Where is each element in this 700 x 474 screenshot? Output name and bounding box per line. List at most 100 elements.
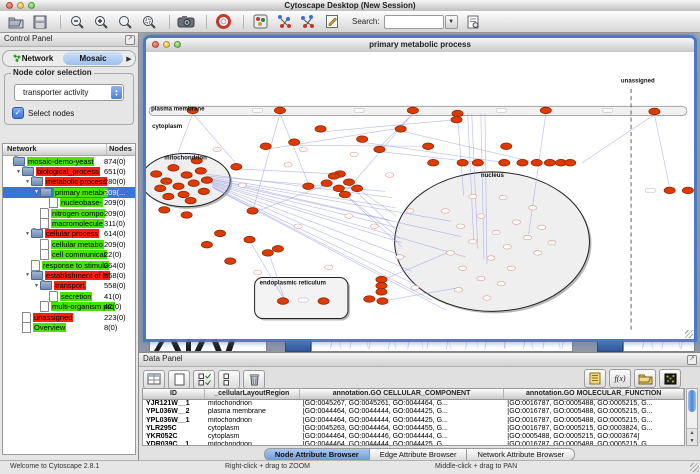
graph-node[interactable] bbox=[178, 191, 189, 198]
search-input[interactable] bbox=[384, 15, 444, 29]
graph-node-small[interactable] bbox=[446, 251, 454, 256]
tree-item[interactable]: response to stimulu264(0) bbox=[3, 260, 135, 270]
tree-column-network[interactable]: Network bbox=[3, 144, 107, 155]
scrollbar-arrows[interactable]: ▲▼ bbox=[687, 428, 697, 445]
graph-node[interactable] bbox=[664, 187, 675, 194]
tab-mosaic[interactable]: Mosaic bbox=[63, 52, 123, 65]
graph-node[interactable] bbox=[377, 298, 388, 305]
graph-node[interactable] bbox=[452, 110, 463, 117]
graph-node-small[interactable] bbox=[406, 209, 414, 214]
network-canvas[interactable]: plasma membranecytoplasmmitochondrionnuc… bbox=[146, 52, 694, 339]
graph-edge[interactable] bbox=[207, 177, 396, 208]
graph-node[interactable] bbox=[201, 241, 212, 248]
clear-table-icon[interactable] bbox=[168, 370, 190, 389]
graph-node[interactable] bbox=[289, 139, 300, 146]
table-row[interactable]: YDR039C__1mitochondrion[GO:0044464, GO:0… bbox=[143, 441, 684, 446]
graph-node-small[interactable] bbox=[385, 173, 393, 178]
graph-node-label[interactable] bbox=[298, 298, 308, 302]
graph-node[interactable] bbox=[517, 159, 528, 166]
graph-node-small[interactable] bbox=[457, 224, 465, 229]
network-graph[interactable]: plasma membranecytoplasmmitochondrionnuc… bbox=[146, 52, 694, 339]
graph-node-label[interactable] bbox=[253, 108, 263, 112]
tree-item[interactable]: cell communicat22(0) bbox=[3, 250, 135, 260]
graph-node[interactable] bbox=[328, 173, 339, 180]
tree-expand-icon[interactable]: ▼ bbox=[15, 169, 22, 175]
graph-node-small[interactable] bbox=[294, 224, 302, 229]
graph-node-small[interactable] bbox=[441, 209, 449, 214]
graph-edge[interactable] bbox=[654, 115, 669, 188]
graph-node[interactable] bbox=[565, 159, 576, 166]
graph-edge[interactable] bbox=[345, 194, 402, 246]
table-column-header[interactable]: annotation.GO CELLULAR_COMPONENT bbox=[300, 389, 505, 399]
graph-node[interactable] bbox=[407, 107, 418, 114]
graph-node-small[interactable] bbox=[396, 255, 404, 260]
table-row[interactable]: YPL036W__2plasma membrane[GO:0044464, GO… bbox=[143, 408, 684, 416]
graph-node[interactable] bbox=[315, 126, 326, 133]
tree-item[interactable]: ▼metabolic process280(0) bbox=[3, 177, 135, 187]
graph-node-label[interactable] bbox=[354, 108, 364, 112]
layout-a-icon[interactable] bbox=[274, 13, 294, 31]
graph-node[interactable] bbox=[262, 250, 273, 257]
graph-node-label[interactable] bbox=[603, 108, 613, 112]
tab-overflow-arrow[interactable]: ▶ bbox=[123, 55, 135, 63]
tree-item[interactable]: nucleobase-209(0) bbox=[3, 198, 135, 208]
graph-node[interactable] bbox=[161, 178, 172, 185]
graph-node[interactable] bbox=[195, 168, 206, 175]
float-panel-icon[interactable]: ↗ bbox=[125, 35, 135, 45]
graph-node[interactable] bbox=[428, 159, 439, 166]
tree-item[interactable]: ▼primary metabo209(... bbox=[3, 187, 135, 197]
annotation-icon[interactable] bbox=[322, 13, 342, 31]
graph-node-small[interactable] bbox=[254, 270, 262, 275]
graph-node[interactable] bbox=[225, 258, 236, 265]
tree-item[interactable]: unassigned223(0) bbox=[3, 312, 135, 322]
graph-node-small[interactable] bbox=[284, 162, 292, 167]
network-view-titlebar[interactable]: primary metabolic process bbox=[146, 38, 694, 53]
graph-node[interactable] bbox=[343, 179, 354, 186]
graph-node[interactable] bbox=[272, 246, 283, 253]
attribute-list-icon[interactable] bbox=[584, 369, 606, 388]
graph-node[interactable] bbox=[544, 159, 555, 166]
tree-expand-icon[interactable]: ▼ bbox=[33, 189, 40, 195]
graph-node-small[interactable] bbox=[512, 220, 520, 225]
graph-node[interactable] bbox=[163, 193, 174, 200]
graph-node[interactable] bbox=[151, 171, 162, 178]
tab-network[interactable]: Network bbox=[3, 52, 63, 65]
graph-node[interactable] bbox=[501, 143, 512, 150]
graph-edge[interactable] bbox=[236, 169, 340, 174]
graph-node-small[interactable] bbox=[238, 183, 246, 188]
graph-node[interactable] bbox=[155, 185, 166, 192]
graph-node-small[interactable] bbox=[299, 147, 307, 152]
graph-node-small[interactable] bbox=[411, 285, 419, 290]
graph-node[interactable] bbox=[457, 159, 468, 166]
graph-node[interactable] bbox=[499, 159, 510, 166]
graph-node-small[interactable] bbox=[325, 265, 333, 270]
graph-node-small[interactable] bbox=[345, 214, 353, 219]
zoom-selected-icon[interactable] bbox=[139, 13, 159, 31]
graph-node[interactable] bbox=[531, 159, 542, 166]
select-all-attributes-icon[interactable] bbox=[143, 370, 165, 389]
table-row[interactable]: YKR052Ccytoplasm[GO:0044464, GO:0044446,… bbox=[143, 433, 684, 441]
graph-node[interactable] bbox=[181, 212, 192, 219]
graph-node[interactable] bbox=[339, 191, 350, 198]
graph-node-small[interactable] bbox=[499, 195, 507, 200]
graph-edge[interactable] bbox=[212, 184, 406, 257]
layout-b-icon[interactable] bbox=[298, 13, 318, 31]
graph-node-small[interactable] bbox=[370, 224, 378, 229]
graph-node[interactable] bbox=[318, 298, 329, 305]
tree-item[interactable]: ▼establishment of lo558(0) bbox=[3, 270, 135, 280]
tree-item[interactable]: Overview8(0) bbox=[3, 322, 135, 332]
graph-node-small[interactable] bbox=[497, 281, 505, 286]
unselect-attributes-icon[interactable] bbox=[218, 370, 240, 389]
graph-node-small[interactable] bbox=[529, 206, 537, 211]
graph-node-small[interactable] bbox=[477, 214, 485, 219]
graph-node-small[interactable] bbox=[492, 230, 500, 235]
function-builder-icon[interactable]: f(x) bbox=[609, 369, 631, 388]
tree-item[interactable]: mosaic-demo-yeast874(0) bbox=[3, 156, 135, 166]
tree-item[interactable]: ▼biological_process651(0) bbox=[3, 166, 135, 176]
float-panel-icon[interactable]: ↗ bbox=[687, 355, 697, 365]
save-icon[interactable] bbox=[30, 13, 50, 31]
graph-node[interactable] bbox=[247, 208, 258, 215]
graph-node-small[interactable] bbox=[213, 147, 221, 152]
graph-node[interactable] bbox=[185, 197, 196, 204]
select-attributes-icon[interactable] bbox=[193, 370, 215, 389]
